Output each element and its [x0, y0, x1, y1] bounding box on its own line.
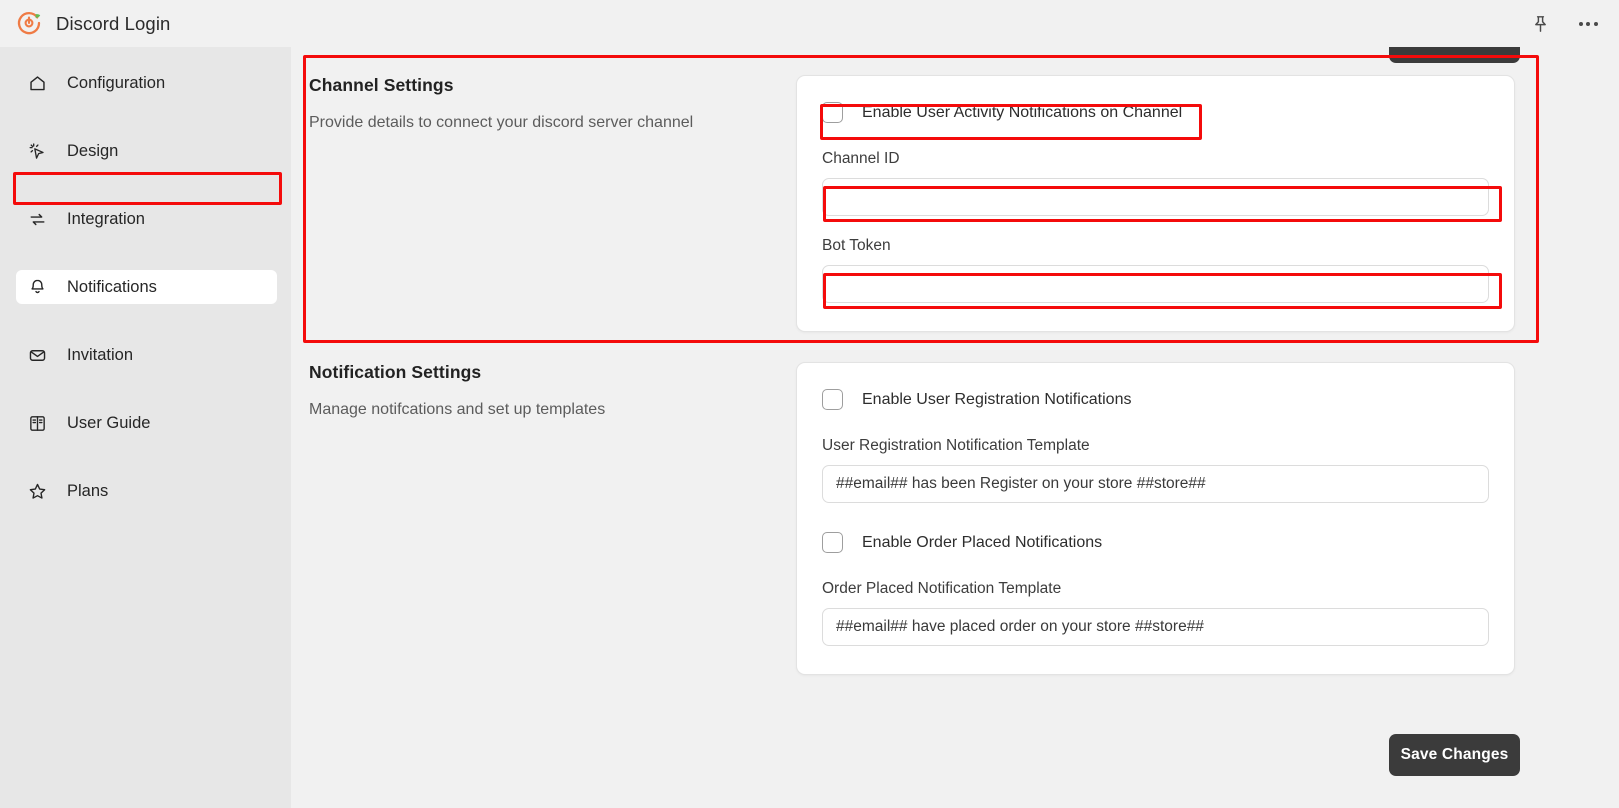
enable-order-placed-label: Enable Order Placed Notifications — [862, 533, 1103, 551]
order-placed-template-input[interactable] — [822, 608, 1489, 646]
enable-user-registration-label: Enable User Registration Notifications — [862, 390, 1132, 408]
notification-settings-card: Enable User Registration Notifications U… — [796, 362, 1515, 675]
enable-user-activity-checkbox[interactable] — [822, 102, 843, 123]
nav-gap — [0, 304, 291, 338]
channel-settings-subtitle: Provide details to connect your discord … — [309, 114, 694, 131]
app-titlebar: Discord Login — [0, 0, 1619, 47]
channel-settings-title: Channel Settings — [309, 75, 454, 95]
sidebar-item-invitation[interactable]: Invitation — [16, 338, 277, 372]
sidebar-item-user-guide[interactable]: User Guide — [16, 406, 277, 440]
channel-settings-section: Channel Settings Provide details to conn… — [291, 75, 1533, 332]
sidebar-item-label: Design — [67, 141, 119, 160]
sidebar-item-design[interactable]: Design — [16, 134, 277, 168]
order-placed-template-label: Order Placed Notification Template — [822, 580, 1062, 597]
channel-settings-card: Enable User Activity Notifications on Ch… — [796, 75, 1515, 332]
enable-user-activity-checkbox-row[interactable]: Enable User Activity Notifications on Ch… — [822, 102, 1489, 123]
bot-token-input[interactable] — [822, 265, 1489, 303]
pin-icon[interactable] — [1527, 11, 1553, 37]
channel-settings-description: Channel Settings Provide details to conn… — [291, 75, 796, 332]
home-icon — [27, 73, 48, 94]
sidebar-item-label: Configuration — [67, 73, 166, 92]
enable-user-activity-label: Enable User Activity Notifications on Ch… — [862, 103, 1183, 121]
save-changes-button-clipped-top[interactable] — [1389, 47, 1520, 63]
nav-gap — [0, 440, 291, 474]
more-horizontal-icon[interactable] — [1575, 11, 1601, 37]
order-placed-template-field-group: Order Placed Notification Template — [822, 580, 1489, 646]
app-title: Discord Login — [56, 12, 171, 34]
nav-gap — [0, 100, 291, 134]
star-icon — [27, 481, 48, 502]
more-dots — [1578, 21, 1598, 26]
nav-gap — [0, 372, 291, 406]
notification-settings-description: Notification Settings Manage notifcation… — [291, 362, 796, 675]
sidebar-item-plans[interactable]: Plans — [16, 474, 277, 508]
save-changes-button[interactable]: Save Changes — [1389, 734, 1520, 776]
settings-content-area: Channel Settings Provide details to conn… — [291, 47, 1619, 808]
user-registration-template-input[interactable] — [822, 465, 1489, 503]
enable-user-registration-checkbox-row[interactable]: Enable User Registration Notifications — [822, 389, 1489, 410]
sidebar-item-label: Integration — [67, 209, 145, 228]
book-icon — [27, 413, 48, 434]
nav-gap — [0, 168, 291, 202]
sidebar-item-label: Invitation — [67, 345, 134, 364]
sidebar-item-notifications[interactable]: Notifications — [16, 270, 277, 304]
enable-order-placed-checkbox-row[interactable]: Enable Order Placed Notifications — [822, 532, 1489, 553]
sidebar-item-label: Notifications — [67, 277, 157, 296]
notification-settings-section: Notification Settings Manage notifcation… — [291, 362, 1533, 675]
channel-id-input[interactable] — [822, 178, 1489, 216]
main-sidebar: Configuration Design Integration Notific… — [0, 47, 291, 808]
channel-id-field-group: Channel ID — [822, 150, 1489, 216]
enable-user-registration-checkbox[interactable] — [822, 389, 843, 410]
notification-settings-subtitle: Manage notifcations and set up templates — [309, 401, 606, 418]
titlebar-left-group: Discord Login — [16, 10, 170, 37]
discord-login-app-logo-icon — [16, 10, 43, 37]
nav-gap — [0, 236, 291, 270]
bot-token-label: Bot Token — [822, 237, 891, 254]
sidebar-item-label: User Guide — [67, 413, 151, 432]
sidebar-item-configuration[interactable]: Configuration — [16, 66, 277, 100]
enable-order-placed-checkbox[interactable] — [822, 532, 843, 553]
channel-id-label: Channel ID — [822, 150, 900, 167]
user-registration-template-field-group: User Registration Notification Template — [822, 437, 1489, 503]
sync-arrows-icon — [27, 209, 48, 230]
bot-token-field-group: Bot Token — [822, 237, 1489, 303]
bell-icon — [27, 277, 48, 298]
cursor-click-icon — [27, 141, 48, 162]
sidebar-item-integration[interactable]: Integration — [16, 202, 277, 236]
sidebar-item-label: Plans — [67, 481, 109, 500]
notification-settings-title: Notification Settings — [309, 362, 482, 382]
envelope-icon — [27, 345, 48, 366]
user-registration-template-label: User Registration Notification Template — [822, 437, 1090, 454]
titlebar-right-group — [1527, 11, 1601, 37]
